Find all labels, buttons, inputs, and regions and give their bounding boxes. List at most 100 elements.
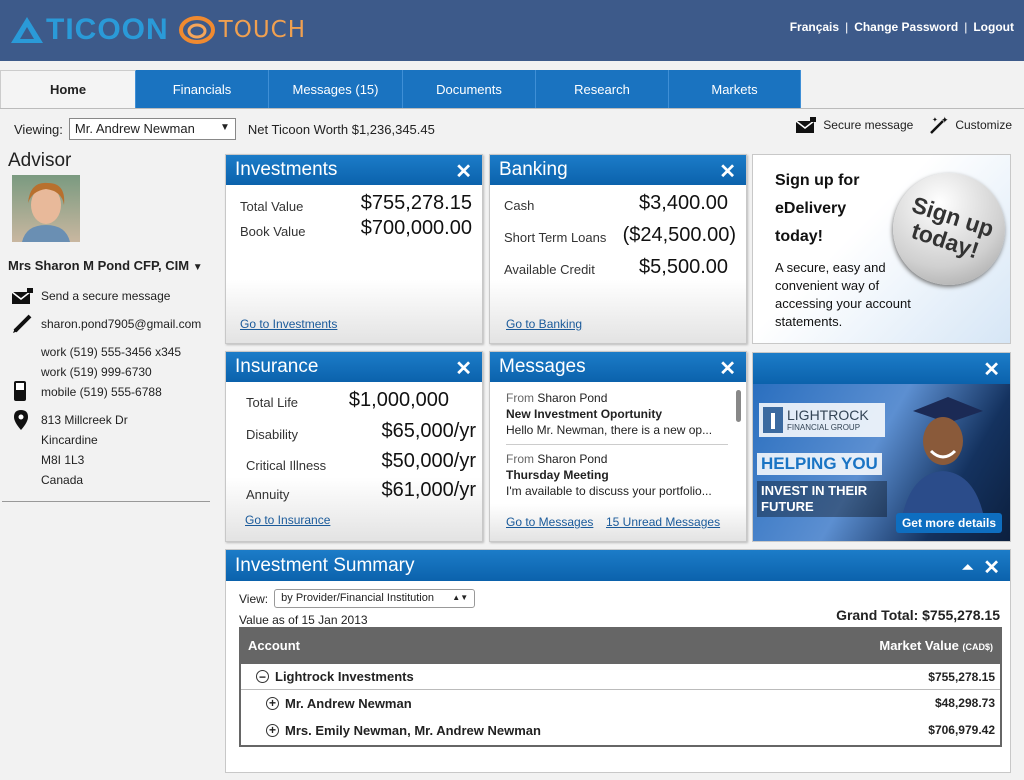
message-item[interactable]: From Sharon Pond Thursday Meeting I'm av…	[506, 451, 726, 499]
customize-label: Customize	[955, 118, 1012, 132]
tab-home[interactable]: Home	[0, 70, 136, 108]
go-to-investments-link[interactable]: Go to Investments	[240, 317, 337, 331]
promo-title-line: eDelivery	[775, 200, 847, 217]
message-subject: New Investment Oportunity	[506, 407, 663, 421]
investments-label: Total Value	[240, 199, 304, 214]
row-label: + Mrs. Emily Newman, Mr. Andrew Newman	[266, 723, 541, 738]
caret-down-icon: ▼	[192, 262, 203, 273]
expand-toggle-icon[interactable]: +	[266, 723, 279, 737]
signup-badge-text: Sign up today!	[908, 191, 998, 264]
promo-headline: HELPING YOU	[757, 453, 882, 475]
summary-grand-total: Grand Total: $755,278.15	[836, 607, 1000, 623]
link-francais[interactable]: Français	[790, 20, 839, 34]
tab-documents[interactable]: Documents	[403, 70, 536, 108]
messages-title: Messages	[499, 356, 586, 377]
insurance-value: $65,000/yr	[381, 420, 476, 442]
tab-research[interactable]: Research	[536, 70, 669, 108]
close-icon[interactable]: ✕	[983, 357, 1000, 382]
lightrock-brand: LIGHTROCK	[787, 407, 869, 423]
close-icon[interactable]: ✕	[719, 356, 736, 381]
insurance-title: Insurance	[235, 356, 319, 377]
secure-message-label: Secure message	[823, 118, 914, 132]
mobile-phone-icon	[14, 381, 26, 406]
table-row[interactable]: + Mr. Andrew Newman $48,298.73	[241, 690, 1000, 716]
investments-title: Investments	[235, 159, 338, 180]
app-logo[interactable]: TICOON TOUCH	[10, 12, 306, 48]
row-value: $48,298.73	[934, 696, 995, 710]
advisor-email-link[interactable]: sharon.pond7905@gmail.com	[41, 317, 201, 331]
investments-value: $755,278.15	[360, 192, 472, 214]
col-market-value-unit: (CAD$)	[962, 642, 994, 652]
lighthouse-icon	[763, 407, 783, 433]
expand-toggle-icon[interactable]: +	[266, 696, 279, 710]
investments-widget: Investments ✕ Total Value $755,278.15 Bo…	[225, 154, 483, 344]
advisor-phone-mobile: mobile (519) 555-6788	[41, 385, 162, 399]
summary-controls: ⏶ ✕	[952, 555, 1000, 580]
logo-triangle-icon	[10, 15, 44, 45]
link-logout[interactable]: Logout	[973, 20, 1014, 34]
summary-view-select[interactable]: by Provider/Financial Institution ▲▼	[274, 589, 476, 608]
envelope-lock-icon	[795, 117, 817, 133]
messages-body: From Sharon Pond New Investment Oportuni…	[490, 382, 746, 541]
get-more-details-button[interactable]: Get more details	[895, 513, 1002, 533]
table-row[interactable]: + Mrs. Emily Newman, Mr. Andrew Newman $7…	[241, 717, 1000, 743]
advisor-name[interactable]: Mrs Sharon M Pond CFP, CIM ▼	[8, 258, 203, 273]
edelivery-promo[interactable]: Sign up for eDelivery today! Sign up tod…	[752, 154, 1020, 344]
go-to-messages-link[interactable]: Go to Messages	[506, 515, 593, 529]
viewing-select[interactable]: Mr. Andrew Newman ▼	[68, 118, 236, 140]
insurance-label: Total Life	[246, 395, 299, 410]
brand-name: TICOON	[46, 13, 169, 46]
message-from: From Sharon Pond	[506, 451, 726, 467]
insurance-label: Annuity	[246, 487, 290, 502]
go-to-insurance-link[interactable]: Go to Insurance	[245, 513, 330, 527]
collapse-toggle-icon[interactable]: −	[256, 670, 269, 683]
svg-text:✦: ✦	[941, 115, 949, 125]
brand-sub: TOUCH	[218, 17, 307, 43]
tab-markets[interactable]: Markets	[669, 70, 801, 108]
summary-as-of: Value as of 15 Jan 2013	[239, 613, 368, 627]
close-icon[interactable]: ✕	[455, 356, 472, 381]
address-line-4: Canada	[41, 473, 84, 487]
lightrock-promo-header: ✕	[753, 353, 1010, 384]
messages-scrollbar[interactable]	[736, 390, 741, 422]
send-secure-message-link[interactable]: Send a secure message	[41, 289, 170, 303]
close-icon[interactable]: ✕	[455, 159, 472, 184]
summary-table: Account Market Value (CAD$) − Lightrock I…	[239, 627, 1002, 747]
pencil-icon	[12, 313, 34, 338]
summary-view-selected: by Provider/Financial Institution	[281, 592, 434, 604]
tab-financials[interactable]: Financials	[136, 70, 269, 108]
viewing-bar: Viewing: Mr. Andrew Newman ▼ Net Ticoon …	[14, 118, 435, 140]
message-item[interactable]: From Sharon Pond New Investment Oportuni…	[506, 390, 726, 438]
insurance-value: $61,000/yr	[381, 479, 476, 501]
investments-label: Book Value	[240, 224, 306, 239]
insurance-widget: Insurance ✕ Total Life $1,000,000 Disabi…	[225, 351, 483, 542]
summary-title: Investment Summary	[235, 554, 415, 576]
close-icon[interactable]: ✕	[719, 159, 736, 184]
lightrock-promo[interactable]: ✕ LIGHTROCK FINANCIAL GROUP HELPING YOU …	[752, 352, 1011, 542]
lightrock-brand-sub: FINANCIAL GROUP	[787, 423, 861, 432]
messages-header: Messages ✕	[490, 352, 746, 382]
table-row[interactable]: − Lightrock Investments $755,278.15	[241, 664, 1000, 690]
investment-summary-widget: Investment Summary ⏶ ✕ View: by Provider…	[225, 549, 1011, 773]
collapse-icon[interactable]: ⏶	[962, 559, 973, 576]
close-icon[interactable]: ✕	[983, 555, 1000, 580]
summary-view-control: View: by Provider/Financial Institution …	[239, 589, 476, 608]
link-change-password[interactable]: Change Password	[854, 20, 958, 34]
advisor-name-text: Mrs Sharon M Pond CFP, CIM	[8, 258, 190, 273]
unread-messages-link[interactable]: 15 Unread Messages	[606, 515, 720, 529]
message-preview: Hello Mr. Newman, there is a new op...	[506, 423, 713, 437]
secure-message-button[interactable]: Secure message	[795, 116, 913, 134]
message-sender: Sharon Pond	[537, 452, 608, 466]
sidebar-divider	[2, 501, 210, 502]
message-preview: I'm available to discuss your portfolio.…	[506, 484, 712, 498]
tab-messages[interactable]: Messages (15)	[269, 70, 403, 108]
messages-widget: Messages ✕ From Sharon Pond New Investme…	[489, 351, 747, 542]
row-label: + Mr. Andrew Newman	[266, 696, 412, 711]
customize-button[interactable]: ✦ ✦ Customize	[929, 115, 1012, 135]
summary-table-header: Account Market Value (CAD$)	[241, 627, 1000, 664]
banking-widget: Banking ✕ Cash $3,400.00 Short Term Loan…	[489, 154, 747, 344]
banking-label: Available Credit	[504, 262, 595, 277]
go-to-banking-link[interactable]: Go to Banking	[506, 317, 582, 331]
net-worth: Net Ticoon Worth $1,236,345.45	[247, 121, 435, 137]
col-account: Account	[248, 638, 300, 653]
